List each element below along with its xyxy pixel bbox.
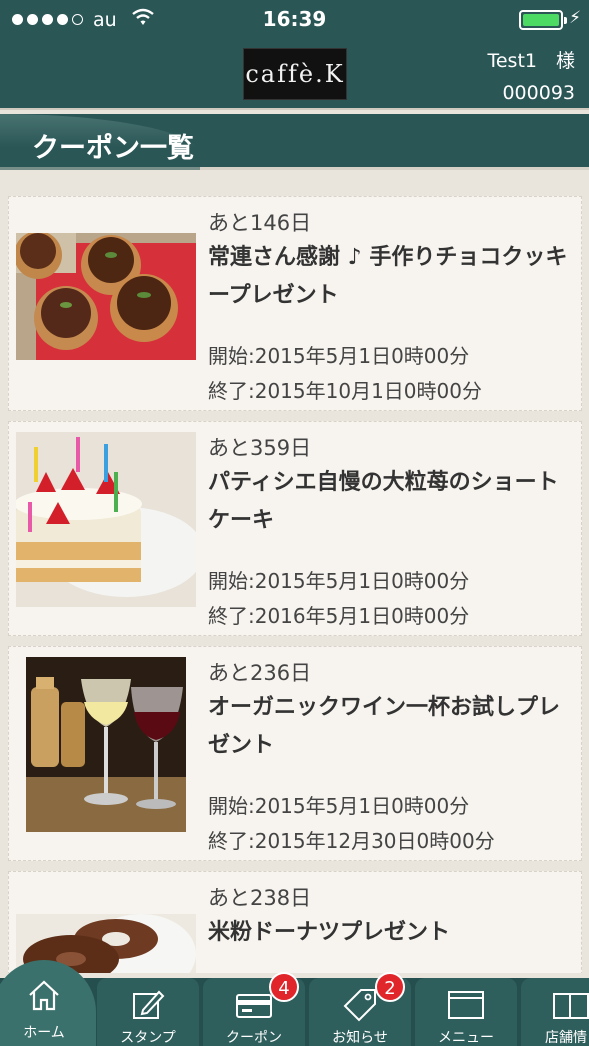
tab-stamp[interactable]: スタンプ [97, 978, 199, 1046]
store-book-icon [521, 988, 589, 1022]
coupon-end-date: 終了:2016年5月1日0時00分 [208, 604, 470, 628]
page-title: クーポン一覧 [32, 133, 194, 164]
coupon-remaining-days: あと359日 [208, 436, 312, 460]
menu-book-icon [415, 988, 517, 1022]
user-name: Test1 様 [487, 50, 575, 72]
tab-label: お知らせ [332, 1030, 388, 1046]
tab-label: メニュー [438, 1030, 494, 1046]
charging-bolt-icon: ⚡ [569, 8, 581, 28]
coupon-start-date: 開始:2015年5月1日0時00分 [208, 569, 470, 593]
tab-coupon[interactable]: クーポン 4 [203, 972, 305, 1046]
coupon-card[interactable]: あと359日 パティシエ自慢の大粒苺のショートケーキ 開始:2015年5月1日0… [8, 421, 582, 636]
status-bar: au 16:39 ⚡ [0, 0, 589, 40]
coupon-end-date: 終了:2015年10月1日0時00分 [208, 379, 482, 403]
coupon-list[interactable]: あと146日 常連さん感謝 ♪ 手作りチョコクッキープレゼント 開始:2015年… [0, 173, 589, 973]
tab-label: ホーム [23, 1025, 65, 1041]
clock: 16:39 [262, 7, 327, 31]
news-count-badge: 2 [375, 972, 405, 1002]
coupon-title: オーガニックワイン一杯お試しプレゼント [208, 695, 561, 758]
coupon-remaining-days: あと236日 [208, 661, 312, 685]
tab-store-info[interactable]: 店舗情 [521, 978, 589, 1046]
tab-menu[interactable]: メニュー [415, 978, 517, 1046]
caffe-k-logo: caffè.K [243, 48, 347, 100]
coupon-title: 米粉ドーナツプレゼント [208, 920, 451, 945]
coupon-start-date: 開始:2015年5月1日0時00分 [208, 344, 470, 368]
tab-label: スタンプ [120, 1030, 176, 1046]
home-icon [0, 978, 96, 1012]
coupon-image-wine-glasses [26, 657, 186, 832]
tab-news[interactable]: お知らせ 2 [309, 972, 411, 1046]
coupon-image-chocolate-cookies [16, 233, 196, 360]
tab-label: クーポン [226, 1030, 282, 1046]
bottom-tab-bar: ホーム スタンプ クーポン 4 お知らせ 2 メニュー 店舗情 [0, 960, 589, 1046]
coupon-end-date: 終了:2015年12月30日0時00分 [208, 829, 495, 853]
coupon-card[interactable]: あと146日 常連さん感謝 ♪ 手作りチョコクッキープレゼント 開始:2015年… [8, 196, 582, 411]
coupon-remaining-days: あと238日 [208, 886, 312, 910]
stamp-icon [97, 988, 199, 1022]
coupon-image-strawberry-shortcake [16, 432, 196, 607]
coupon-title: パティシエ自慢の大粒苺のショートケーキ [208, 470, 559, 533]
coupon-card[interactable]: あと236日 オーガニックワイン一杯お試しプレゼント 開始:2015年5月1日0… [8, 646, 582, 861]
coupon-title: 常連さん感謝 ♪ 手作りチョコクッキープレゼント [208, 245, 568, 308]
tab-label: 店舗情 [545, 1030, 587, 1046]
coupon-card[interactable]: あと238日 米粉ドーナツプレゼント [8, 871, 582, 973]
coupon-remaining-days: あと146日 [208, 211, 312, 235]
battery-icon [519, 10, 567, 30]
page-title-bar: クーポン一覧 [0, 114, 589, 170]
coupon-start-date: 開始:2015年5月1日0時00分 [208, 794, 470, 818]
user-id: 000093 [502, 82, 575, 104]
app-header: caffè.K Test1 様 000093 [0, 40, 589, 110]
coupon-count-badge: 4 [269, 972, 299, 1002]
